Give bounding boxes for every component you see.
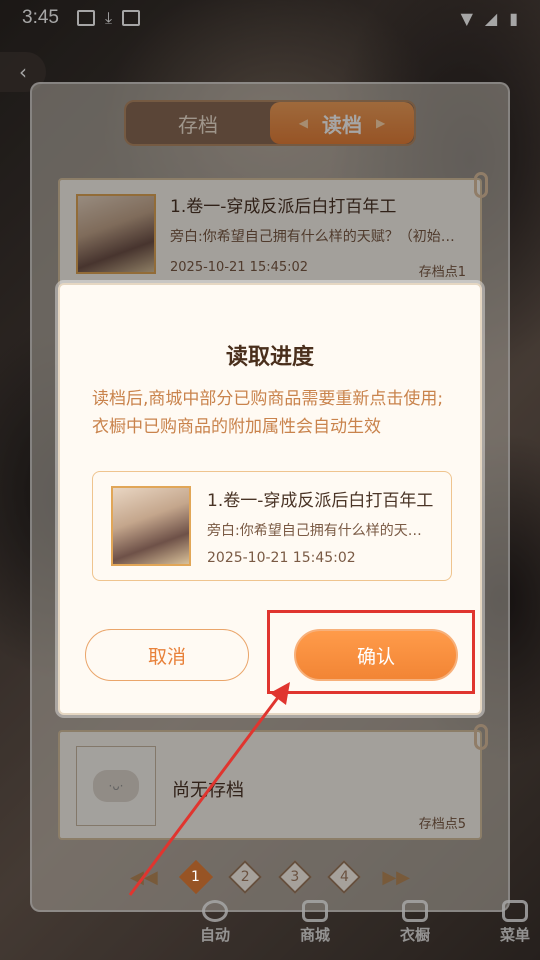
annotation-arrow xyxy=(128,682,290,896)
